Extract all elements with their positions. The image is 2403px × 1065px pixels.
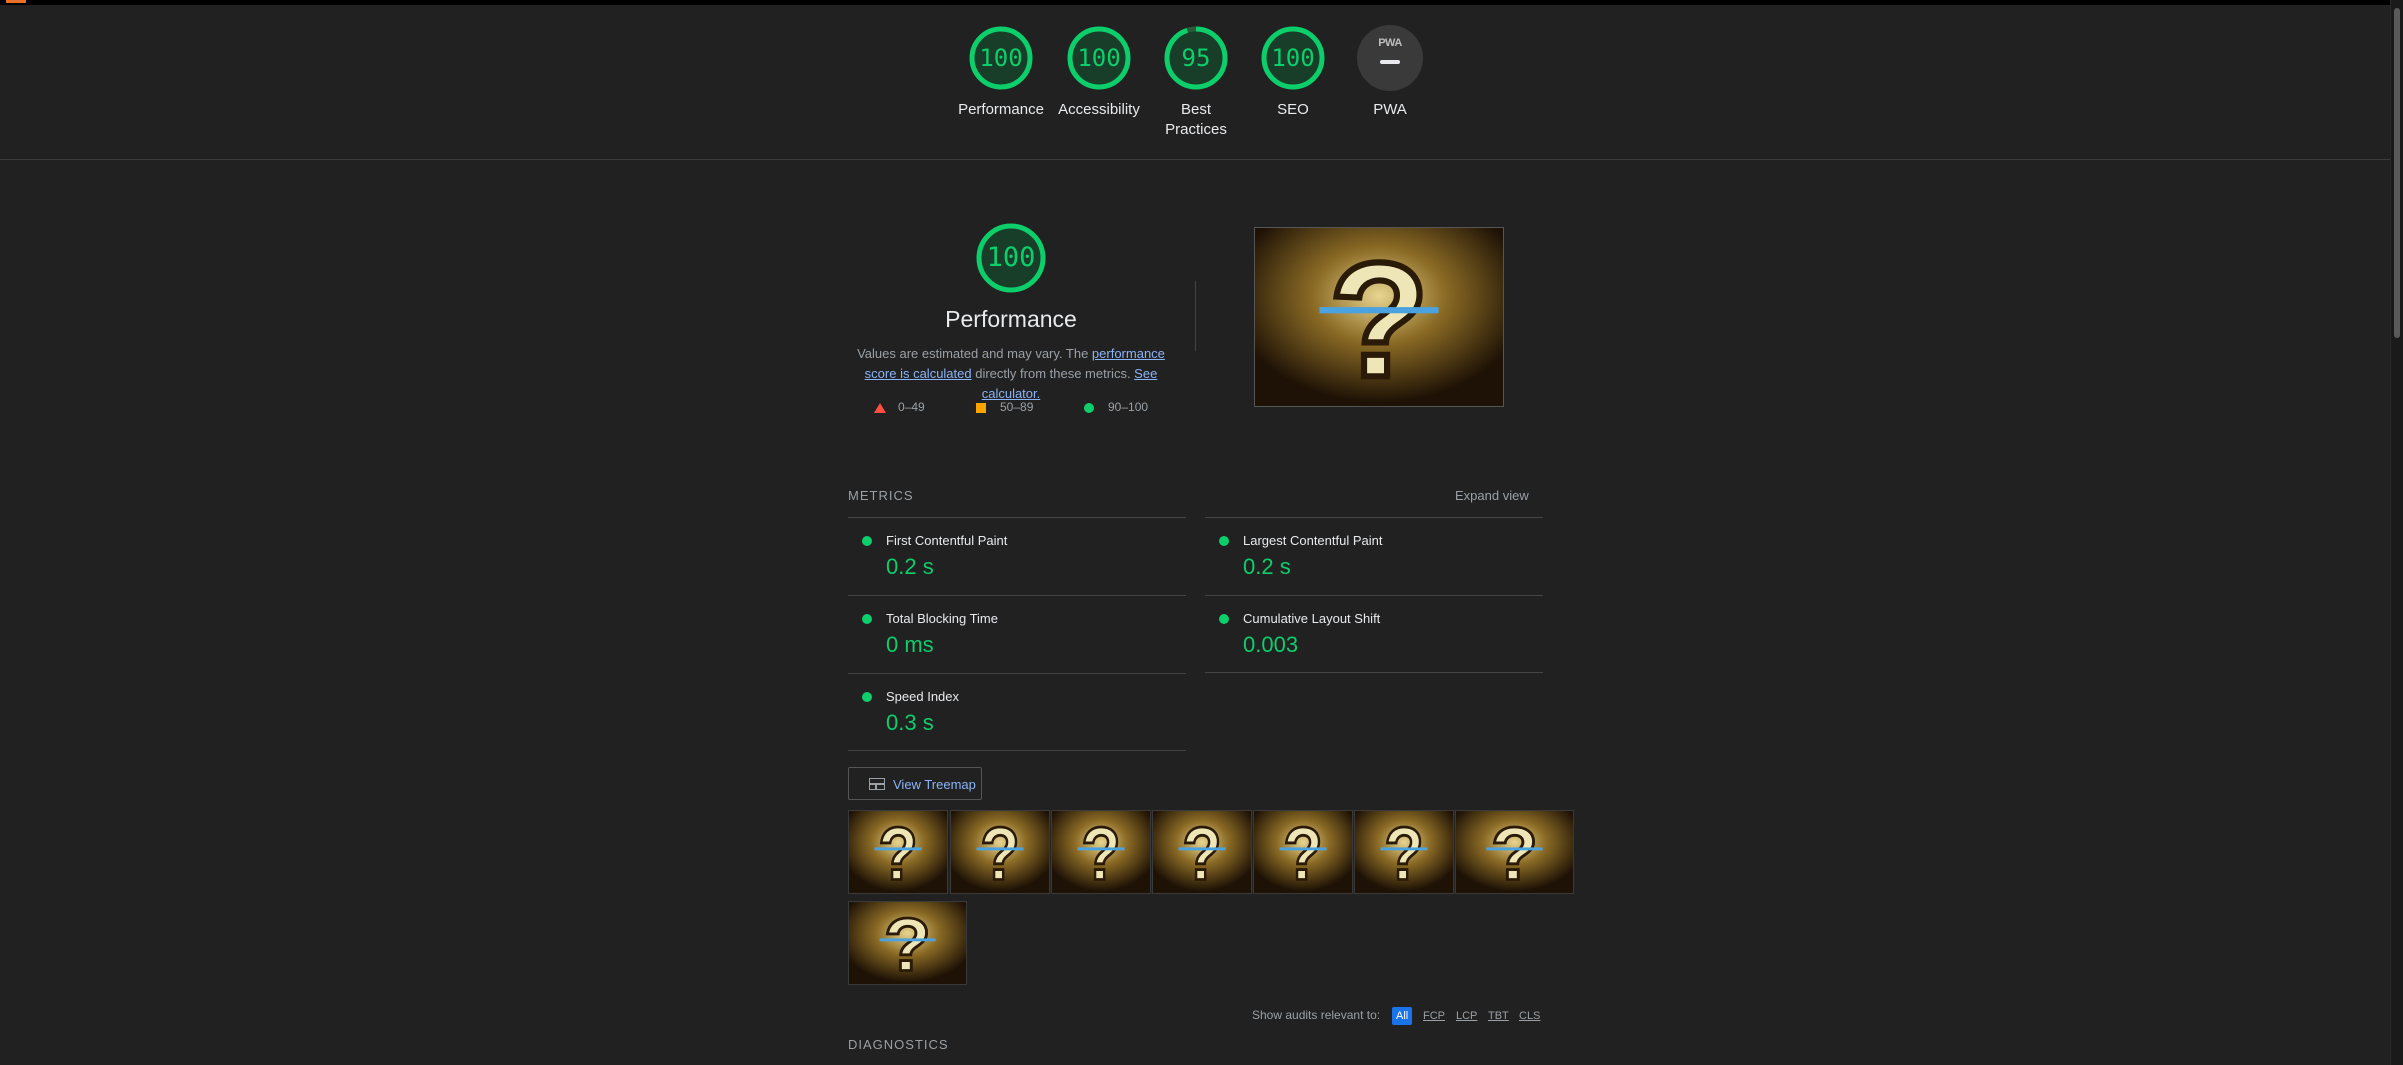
gauge-score: 100	[979, 44, 1023, 72]
desc-text: Values are estimated and may vary. The	[857, 346, 1092, 361]
filmstrip-frame	[1253, 810, 1353, 894]
metric-first-contentful-paint: First Contentful Paint 0.2 s	[848, 517, 1186, 596]
pwa-badge-text: PWA	[1378, 37, 1402, 49]
performance-description: Values are estimated and may vary. The p…	[850, 344, 1172, 404]
gauge-score: 100	[1077, 44, 1121, 72]
filmstrip-frame	[848, 810, 948, 894]
legend-pass-range: 90–100	[1108, 400, 1149, 414]
metrics-heading: METRICS	[848, 488, 914, 503]
metric-total-blocking-time: Total Blocking Time 0 ms	[848, 595, 1186, 674]
question-mark-image	[849, 902, 966, 984]
metric-value: 0 ms	[886, 632, 934, 657]
gauge-score: 100	[1271, 44, 1315, 72]
question-mark-image	[1052, 811, 1150, 893]
metric-speed-index: Speed Index 0.3 s	[848, 673, 1186, 752]
question-mark-image	[1355, 811, 1453, 893]
view-treemap-label: View Treemap	[893, 777, 976, 792]
question-mark-image	[849, 811, 947, 893]
filter-chip-fcp[interactable]: FCP	[1419, 1007, 1449, 1025]
question-mark-image	[1255, 228, 1503, 406]
metric-largest-contentful-paint: Largest Contentful Paint 0.2 s	[1205, 517, 1543, 596]
category-gauges-header: 100 Performance 100 Accessibility 95 Bes…	[0, 5, 2391, 160]
metric-name: Cumulative Layout Shift	[1243, 611, 1381, 626]
filmstrip-frame	[848, 901, 967, 985]
legend-average-range: 50–89	[1000, 400, 1034, 414]
pass-dot-icon	[862, 692, 872, 702]
gauge-label: Performance	[958, 101, 1044, 118]
filter-chip-cls[interactable]: CLS	[1515, 1007, 1544, 1025]
gauge-accessibility[interactable]: 100 Accessibility	[1047, 25, 1151, 120]
metric-name: Speed Index	[886, 689, 960, 704]
metric-name: Largest Contentful Paint	[1243, 533, 1383, 548]
metric-name: First Contentful Paint	[886, 533, 1008, 548]
gauge-pwa[interactable]: PWA PWA	[1338, 25, 1442, 120]
metric-divider	[848, 750, 1186, 751]
gauge-ring: 95	[1163, 25, 1229, 91]
expand-view-toggle[interactable]: Expand view	[1455, 488, 1529, 503]
gauge-ring: 100	[1260, 25, 1326, 91]
audit-filter-label: Show audits relevant to:	[1252, 1008, 1381, 1022]
filmstrip-frame	[950, 810, 1050, 894]
legend-fail-range: 0–49	[898, 400, 925, 414]
filmstrip-frame	[1354, 810, 1454, 894]
treemap-icon	[869, 778, 885, 790]
view-treemap-button[interactable]: View Treemap	[848, 767, 982, 800]
pwa-dash	[1380, 60, 1400, 64]
question-mark-image	[951, 811, 1049, 893]
question-mark-image	[1456, 811, 1573, 893]
gauge-label: Accessibility	[1058, 101, 1140, 118]
question-mark-image	[1153, 811, 1251, 893]
filter-chip-tbt[interactable]: TBT	[1484, 1007, 1513, 1025]
question-mark-image	[1254, 811, 1352, 893]
metric-value: 0.003	[1243, 632, 1299, 657]
performance-main-gauge: 100	[975, 222, 1047, 294]
filmstrip-frame	[1051, 810, 1151, 894]
metric-value: 0.3 s	[886, 710, 934, 735]
filmstrip-frame	[1455, 810, 1574, 894]
filter-chip-all[interactable]: All	[1392, 1007, 1413, 1025]
top-accent-mark	[6, 0, 26, 3]
metric-name: Total Blocking Time	[886, 611, 998, 626]
pass-dot-icon	[862, 536, 872, 546]
gauge-ring: 100	[1066, 25, 1132, 91]
circle-icon	[1084, 403, 1094, 413]
gauge-label: Best Practices	[1165, 101, 1227, 138]
pass-dot-icon	[1219, 614, 1229, 624]
pass-dot-icon	[1219, 536, 1229, 546]
gauge-label: SEO	[1277, 101, 1309, 118]
pwa-badge-icon: PWA	[1357, 25, 1423, 91]
performance-title: Performance	[945, 306, 1077, 332]
diagnostics-heading: DIAGNOSTICS	[848, 1037, 949, 1052]
divider	[1195, 281, 1196, 351]
performance-main-score: 100	[986, 242, 1036, 273]
gauge-best-practices[interactable]: 95 Best Practices	[1144, 25, 1248, 140]
metric-value: 0.2 s	[1243, 554, 1291, 579]
metric-divider	[1205, 672, 1543, 673]
gauge-score: 95	[1181, 44, 1211, 72]
final-screenshot[interactable]	[1254, 227, 1504, 407]
metric-value: 0.2 s	[886, 554, 934, 579]
desc-text: directly from these metrics.	[971, 366, 1135, 381]
scrollbar-thumb[interactable]	[2394, 8, 2400, 338]
gauge-ring: 100	[968, 25, 1034, 91]
scrollbar[interactable]	[2390, 0, 2403, 1065]
gauge-performance[interactable]: 100 Performance	[949, 25, 1053, 120]
pass-dot-icon	[862, 614, 872, 624]
metric-cumulative-layout-shift: Cumulative Layout Shift 0.003	[1205, 595, 1543, 674]
gauge-label: PWA	[1373, 101, 1407, 118]
gauge-seo[interactable]: 100 SEO	[1241, 25, 1345, 120]
filmstrip-frame	[1152, 810, 1252, 894]
square-icon	[976, 403, 986, 413]
filter-chip-lcp[interactable]: LCP	[1452, 1007, 1481, 1025]
triangle-icon	[874, 403, 886, 413]
